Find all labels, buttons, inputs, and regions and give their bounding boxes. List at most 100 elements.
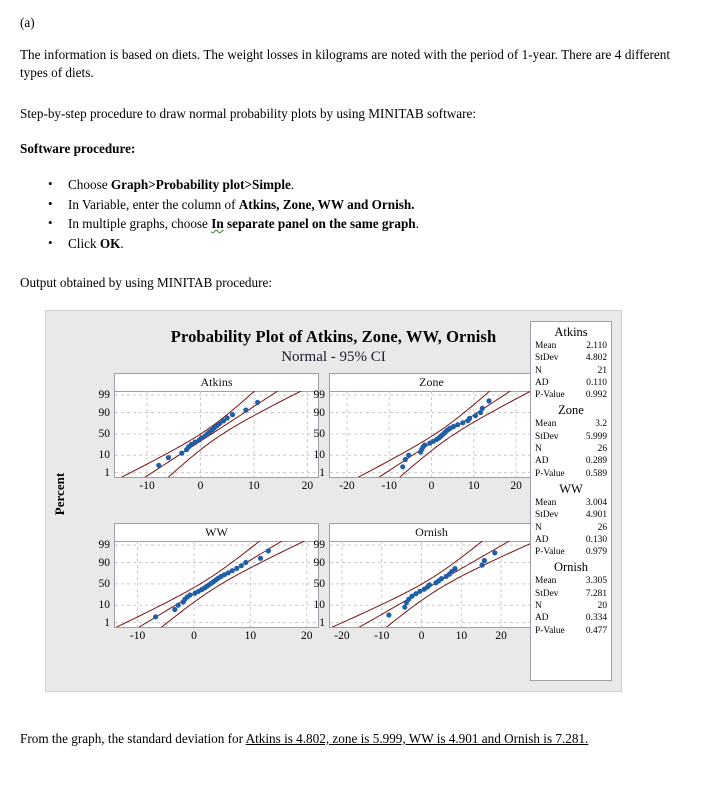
procedure-intro-paragraph: Step-by-step procedure to draw normal pr…	[20, 106, 477, 121]
stat-value: 0.477	[585, 625, 607, 636]
stat-row: P-Value 0.477	[535, 625, 607, 637]
stat-key: N	[535, 601, 542, 612]
x-tick-label: 0	[191, 630, 197, 642]
x-tick-label: -10	[129, 630, 146, 642]
x-tick-label: 20	[301, 480, 314, 492]
stat-key: P-Value	[535, 547, 565, 558]
stat-value: 0.334	[585, 613, 607, 624]
data-point	[243, 559, 249, 566]
stat-value: 0.992	[585, 390, 607, 401]
x-tick-label: 0	[418, 630, 425, 642]
y-tick-label: 90	[313, 406, 326, 419]
stat-key: StDev	[535, 431, 559, 442]
stat-value: 26	[597, 444, 607, 455]
data-point	[238, 563, 244, 569]
y-tick-label: 50	[313, 427, 326, 440]
y-tick-label: 1	[319, 466, 325, 479]
stat-value: 26	[597, 522, 607, 533]
data-point	[402, 456, 408, 463]
stat-row: P-Value 0.979	[535, 546, 607, 558]
x-tick-labels-atkins: -10 0 10 20	[115, 480, 318, 496]
stat-value: 0.110	[586, 377, 607, 388]
stat-value: 21	[597, 365, 607, 376]
data-point	[229, 568, 235, 574]
stat-key: AD	[535, 377, 549, 388]
data-point	[229, 412, 236, 418]
y-tick-label: 10	[98, 449, 111, 462]
stat-value: 5.999	[585, 431, 607, 442]
panel-svg	[330, 541, 533, 627]
step-text-0: Choose Graph>Probability plot>Simple.	[68, 177, 295, 192]
x-tick-label: -20	[339, 480, 355, 492]
stat-group-ornish: Ornish Mean 3.305 StDev 7.281 N 20 AD 0.334 P-Val…	[535, 560, 607, 636]
stat-value: 3.305	[585, 576, 607, 587]
part-label: (a)	[20, 15, 35, 30]
y-tick-labels-zone: 99 90 50 10 1	[299, 389, 326, 479]
stat-key: StDev	[535, 588, 559, 599]
data-point	[156, 462, 162, 468]
conclusion-underlined-text: Atkins is 4.802, zone is 5.999, WW is 4.…	[245, 731, 589, 746]
stat-row: StDev 7.281	[535, 588, 607, 600]
x-tick-labels-ww: -10 0 10 20	[115, 630, 318, 646]
y-tick-label: 1	[104, 466, 110, 479]
x-tick-label: -20	[334, 630, 350, 642]
stat-key: P-Value	[535, 468, 565, 479]
data-point	[402, 604, 408, 610]
y-tick-label: 90	[98, 406, 111, 419]
stat-value: 2.110	[586, 341, 607, 351]
x-tick-label: 10	[244, 630, 257, 642]
stat-value: 0.289	[585, 456, 607, 467]
stat-row: AD 0.110	[535, 377, 607, 389]
stat-key: AD	[535, 456, 549, 467]
stat-row: Mean 3.004	[535, 497, 607, 509]
stat-group-title: Ornish	[553, 560, 589, 575]
data-point	[455, 422, 461, 428]
x-tick-label: 20	[300, 630, 313, 642]
y-tick-label: 50	[98, 427, 111, 440]
data-point	[243, 407, 249, 413]
stat-key: N	[535, 365, 542, 376]
stat-key: P-Value	[535, 625, 565, 636]
x-tick-labels-ornish: -20 -10 0 10 20	[330, 630, 533, 646]
y-tick-label: 90	[98, 556, 111, 569]
x-tick-label: -10	[374, 630, 390, 642]
data-point	[165, 455, 171, 461]
stat-key: Mean	[535, 576, 557, 587]
data-point	[257, 555, 264, 561]
conclusion-plain-text: From the graph, the standard deviation f…	[20, 731, 246, 746]
stat-row: StDev 4.802	[535, 352, 607, 364]
stat-row: N 21	[535, 365, 607, 377]
stat-value: 0.130	[585, 534, 607, 545]
data-point	[481, 557, 487, 564]
stat-key: StDev	[535, 353, 559, 364]
y-tick-labels-atkins: 99 90 50 10 1	[84, 389, 111, 479]
x-tick-label: 10	[468, 480, 480, 492]
stat-row: Mean 3.2	[535, 418, 607, 430]
y-tick-label: 1	[104, 616, 110, 629]
data-point	[255, 399, 261, 405]
stat-row: AD 0.289	[535, 455, 607, 467]
panel-plot-area	[115, 541, 318, 627]
stat-row: P-Value 0.589	[535, 468, 607, 480]
stat-value: 0.589	[585, 468, 607, 479]
x-tick-label: -10	[381, 480, 397, 492]
stat-group-title: Zone	[558, 403, 584, 418]
data-point	[426, 582, 433, 588]
x-tick-label: 0	[428, 480, 435, 492]
document-page: (a) The information is based on diets. T…	[0, 0, 705, 786]
y-tick-label: 99	[313, 539, 326, 552]
panel-plot-area	[330, 391, 533, 477]
step-text-1: In Variable, enter the column of Atkins,…	[68, 196, 415, 212]
data-point	[153, 614, 159, 620]
stat-row: Mean 3.305	[535, 575, 607, 587]
data-point	[479, 405, 485, 411]
stat-key: AD	[535, 534, 549, 545]
stat-row: AD 0.334	[535, 612, 607, 624]
plot-panel-zone: Zone	[329, 373, 534, 478]
minitab-probability-plot-graph: Probability Plot of Atkins, Zone, WW, Or…	[45, 310, 622, 692]
stat-group-title: WW	[559, 481, 583, 496]
data-point	[172, 606, 178, 613]
stat-value: 3.2	[595, 419, 607, 430]
panel-plot-area	[115, 391, 318, 477]
stat-group-title: Atkins	[554, 325, 588, 339]
